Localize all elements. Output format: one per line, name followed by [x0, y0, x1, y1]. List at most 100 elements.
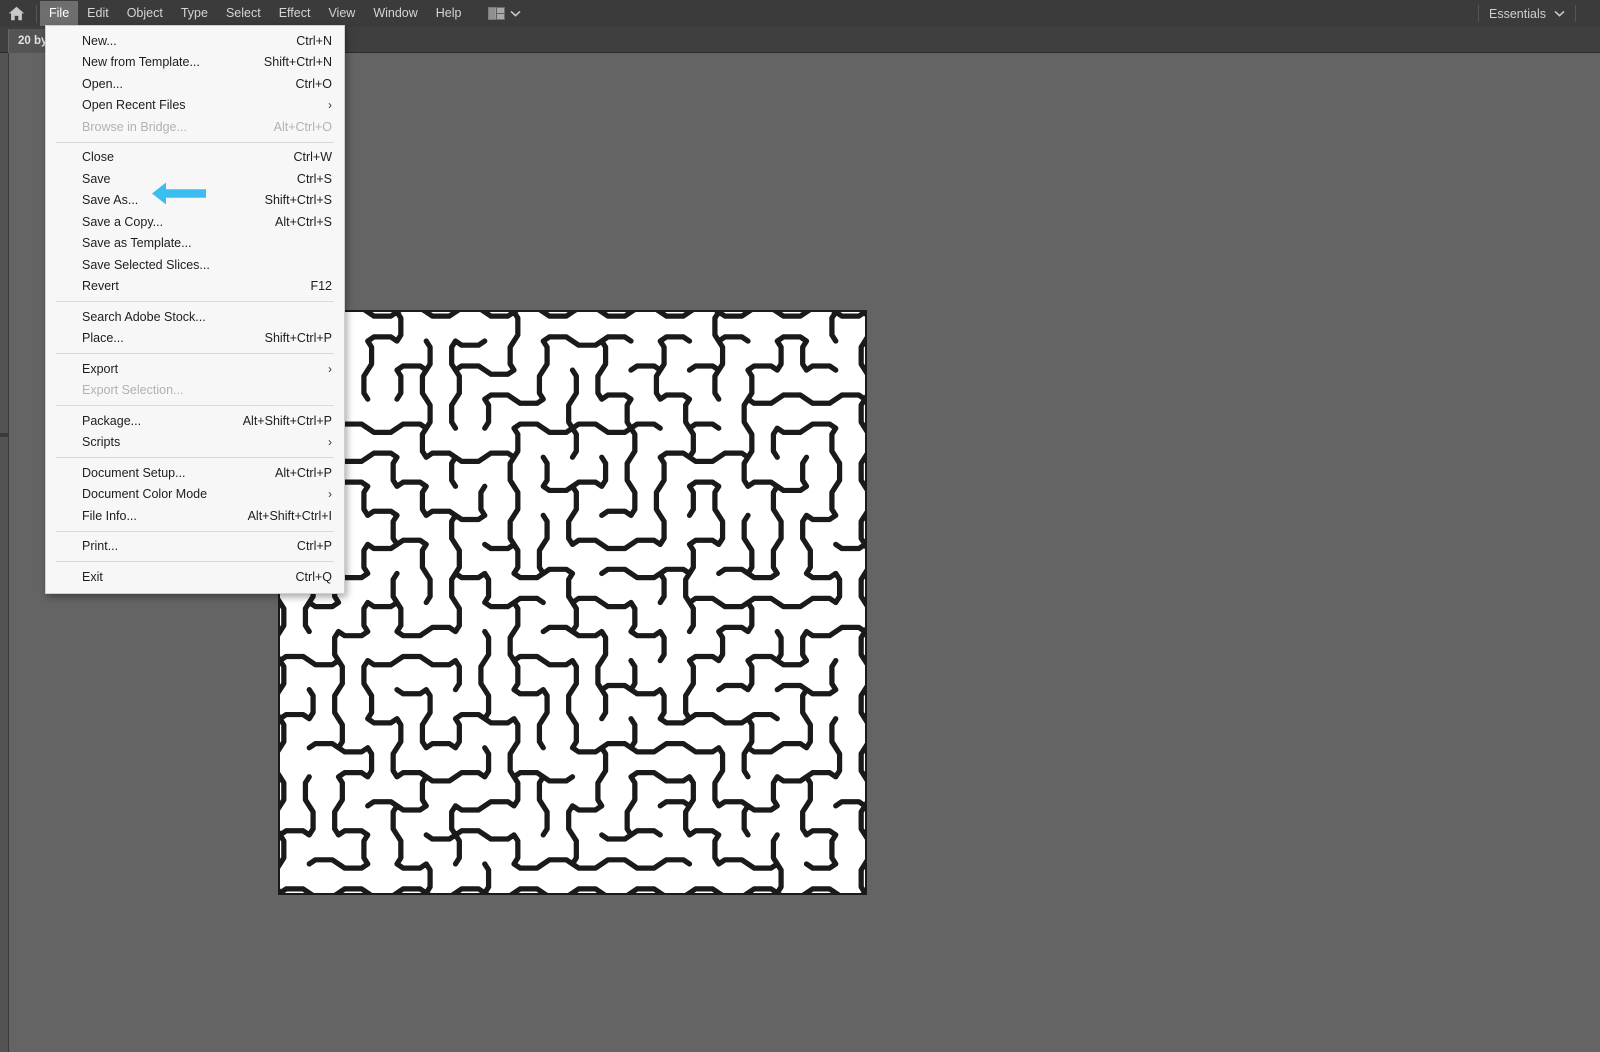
menu-item-browse-in-bridge: Browse in Bridge... Alt+Ctrl+O [46, 116, 344, 138]
menu-item-open[interactable]: Open... Ctrl+O [46, 73, 344, 95]
menu-item-shortcut: Shift+Ctrl+N [263, 55, 332, 70]
toolbar-grip[interactable] [0, 433, 9, 437]
menu-separator [56, 353, 334, 354]
menubar-item-view[interactable]: View [319, 1, 364, 26]
arrange-documents-icon [487, 7, 505, 20]
arrange-documents-button[interactable] [483, 4, 526, 23]
chevron-right-icon: › [328, 435, 332, 450]
menubar-item-type[interactable]: Type [172, 1, 217, 26]
menu-separator [56, 405, 334, 406]
menu-item-label: Open... [82, 76, 123, 91]
menu-item-shortcut: Ctrl+Q [295, 569, 332, 584]
menubar-item-select[interactable]: Select [217, 1, 270, 26]
menu-item-label: Revert [82, 279, 119, 294]
chevron-right-icon: › [328, 98, 332, 113]
menu-item-save-as[interactable]: Save As... Shift+Ctrl+S [46, 190, 344, 212]
menu-item-label: Browse in Bridge... [82, 119, 187, 134]
menu-item-shortcut: Ctrl+W [293, 150, 332, 165]
workspace-divider-right [1575, 5, 1576, 22]
menu-item-shortcut: Ctrl+N [296, 33, 332, 48]
menu-item-label: Save As... [82, 193, 139, 208]
menu-item-shortcut: Alt+Ctrl+P [275, 465, 332, 480]
menu-item-export-selection: Export Selection... [46, 380, 344, 402]
home-button[interactable] [0, 0, 33, 27]
menu-item-label: New from Template... [82, 55, 200, 70]
menu-item-label: Place... [82, 331, 124, 346]
menu-separator [56, 457, 334, 458]
menubar-item-file[interactable]: File [40, 1, 79, 26]
menu-item-label: Save Selected Slices... [82, 257, 210, 272]
workspace-label: Essentials [1489, 6, 1546, 21]
menubar-item-object[interactable]: Object [118, 1, 172, 26]
menu-item-save-a-copy[interactable]: Save a Copy... Alt+Ctrl+S [46, 211, 344, 233]
menu-separator [56, 561, 334, 562]
menu-item-label: Open Recent Files [82, 98, 186, 113]
menu-item-label: Export Selection... [82, 383, 184, 398]
artboard[interactable] [278, 310, 867, 895]
menu-item-label: Print... [82, 539, 119, 554]
menu-item-label: Save a Copy... [82, 214, 164, 229]
menubar-item-window[interactable]: Window [364, 1, 426, 26]
menu-item-shortcut: Ctrl+P [296, 539, 332, 554]
application-menu-bar: File Edit Object Type Select Effect View Window… [0, 0, 1600, 27]
menu-separator [56, 141, 334, 143]
chevron-right-icon: › [328, 361, 332, 376]
menu-item-save[interactable]: Save Ctrl+S [46, 168, 344, 190]
menubar-items: File Edit Object Type Select Effect View Window… [40, 0, 471, 27]
menu-item-label: Package... [82, 413, 142, 428]
menubar-item-help[interactable]: Help [427, 1, 471, 26]
menu-item-shortcut: Alt+Ctrl+S [275, 214, 332, 229]
menu-item-document-setup[interactable]: Document Setup... Alt+Ctrl+P [46, 462, 344, 484]
workspace-switcher[interactable]: Essentials [1468, 0, 1600, 27]
menu-item-save-as-template[interactable]: Save as Template... [46, 233, 344, 255]
menu-separator [56, 530, 334, 532]
menu-item-shortcut: Alt+Shift+Ctrl+I [247, 508, 332, 523]
file-dropdown-menu[interactable]: New... Ctrl+N New from Template... Shift+Ct… [45, 25, 345, 594]
home-icon [8, 6, 25, 21]
menu-item-document-color-mode[interactable]: Document Color Mode › [46, 484, 344, 506]
menu-item-revert[interactable]: Revert F12 [46, 276, 344, 298]
menu-item-label: Document Setup... [82, 465, 186, 480]
menu-item-file-info[interactable]: File Info... Alt+Shift+Ctrl+I [46, 505, 344, 527]
menu-item-package[interactable]: Package... Alt+Shift+Ctrl+P [46, 410, 344, 432]
menubar-item-edit[interactable]: Edit [78, 1, 118, 26]
menu-item-open-recent-files[interactable]: Open Recent Files › [46, 95, 344, 117]
workspace-divider-left [1478, 5, 1480, 22]
menu-separator [56, 301, 334, 302]
chevron-down-icon[interactable] [1554, 10, 1565, 17]
illustrator-window: 20 by File Edit Object Type Select Effect View… [0, 0, 1600, 1052]
menu-item-search-adobe-stock[interactable]: Search Adobe Stock... [46, 306, 344, 328]
menu-item-shortcut: Shift+Ctrl+S [264, 193, 332, 208]
menu-item-label: Close [82, 150, 114, 165]
menu-item-label: File Info... [82, 508, 137, 523]
menu-item-print[interactable]: Print... Ctrl+P [46, 536, 344, 558]
menu-item-place[interactable]: Place... Shift+Ctrl+P [46, 328, 344, 350]
menu-item-close[interactable]: Close Ctrl+W [46, 147, 344, 169]
menu-item-export[interactable]: Export › [46, 358, 344, 380]
menu-item-label: Search Adobe Stock... [82, 309, 206, 324]
menu-item-new-from-template[interactable]: New from Template... Shift+Ctrl+N [46, 52, 344, 74]
menu-item-shortcut: Alt+Ctrl+O [273, 119, 332, 134]
menubar-item-effect[interactable]: Effect [270, 1, 320, 26]
menu-item-exit[interactable]: Exit Ctrl+Q [46, 566, 344, 588]
menu-item-label: Exit [82, 569, 103, 584]
menu-item-shortcut: Alt+Shift+Ctrl+P [242, 413, 332, 428]
menu-item-shortcut: Shift+Ctrl+P [264, 331, 332, 346]
chevron-right-icon: › [328, 487, 332, 502]
document-tab-label: 20 by [18, 35, 48, 47]
menu-item-shortcut: Ctrl+S [296, 171, 332, 186]
menu-item-label: Save [82, 171, 111, 186]
menu-item-new[interactable]: New... Ctrl+N [46, 30, 344, 52]
menu-item-label: Scripts [82, 435, 121, 450]
menu-item-scripts[interactable]: Scripts › [46, 432, 344, 454]
menu-item-shortcut: Ctrl+O [295, 76, 332, 91]
menu-item-label: Export [82, 361, 119, 376]
menu-item-save-selected-slices[interactable]: Save Selected Slices... [46, 254, 344, 276]
menubar-divider [36, 4, 37, 23]
collapsed-toolbar-strip[interactable] [0, 53, 9, 1052]
menu-item-shortcut: F12 [310, 279, 332, 294]
hexagonal-maze-artwork [280, 312, 865, 893]
menu-item-label: New... [82, 33, 117, 48]
menu-item-label: Document Color Mode [82, 487, 208, 502]
menu-item-label: Save as Template... [82, 236, 192, 251]
